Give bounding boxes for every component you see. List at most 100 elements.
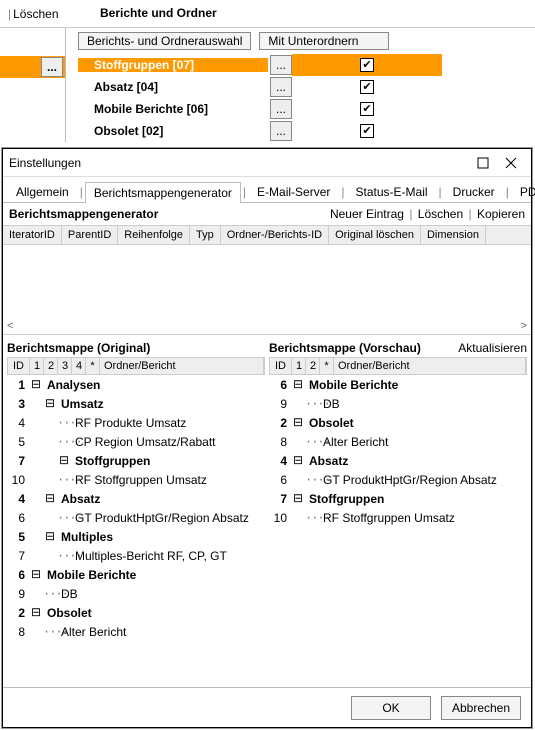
toolbar-link-l-schen[interactable]: Löschen [418, 207, 463, 221]
tree-row[interactable]: 5⊟Multiples [7, 527, 265, 546]
collapse-icon[interactable]: ⊟ [43, 491, 57, 506]
collapse-icon[interactable]: ⊟ [43, 529, 57, 544]
tree-header-id[interactable]: ID [270, 358, 292, 374]
tree-row[interactable]: 9····DB [7, 584, 265, 603]
folder-picker-button[interactable]: ... [270, 99, 292, 119]
collapse-icon[interactable]: ⊟ [29, 567, 43, 582]
folder-row[interactable]: Mobile Berichte [06]... [78, 98, 529, 120]
tree-row[interactable]: 10····RF Stoffgruppen Umsatz [7, 470, 265, 489]
row-picker-button[interactable]: ... [41, 57, 63, 77]
tree-header-level[interactable]: 2 [44, 358, 58, 374]
scroll-right-hint[interactable]: > [521, 320, 527, 332]
folder-row[interactable]: Obsolet [02]... [78, 120, 529, 142]
tab-allgemein[interactable]: Allgemein [7, 181, 78, 202]
cancel-button[interactable]: Abbrechen [441, 696, 521, 720]
grid-column-header[interactable]: Dimension [421, 226, 486, 244]
ok-button[interactable]: OK [351, 696, 431, 720]
tree-row[interactable]: 6⊟Mobile Berichte [7, 565, 265, 584]
tree-row[interactable]: 2⊟Obsolet [7, 603, 265, 622]
tree-row-label: RF Stoffgruppen Umsatz [319, 511, 455, 525]
tree-row[interactable]: 8····Alter Bericht [269, 432, 527, 451]
tree-row[interactable]: 4⊟Absatz [269, 451, 527, 470]
tree-row-label: Multiples-Bericht RF, CP, GT [71, 549, 227, 563]
left-tree[interactable]: 1⊟Analysen3⊟Umsatz4····RF Produkte Umsat… [7, 375, 265, 665]
tree-header-level[interactable]: * [320, 358, 334, 374]
collapse-icon[interactable]: ⊟ [291, 491, 305, 506]
grid-column-header[interactable]: Typ [190, 226, 221, 244]
tree-row-label: DB [57, 587, 78, 601]
separator: | [506, 185, 509, 199]
close-button[interactable] [497, 151, 525, 175]
tree-row[interactable]: 5····CP Region Umsatz/Rabatt [7, 432, 265, 451]
tree-row-label: GT ProduktHptGr/Region Absatz [71, 511, 249, 525]
folder-name: Obsolet [02] [78, 124, 268, 138]
tree-header-level[interactable]: * [86, 358, 100, 374]
tree-row[interactable]: 3⊟Umsatz [7, 394, 265, 413]
grid-column-header[interactable]: Original löschen [329, 226, 421, 244]
tree-row[interactable]: 2⊟Obsolet [269, 413, 527, 432]
folder-picker-button[interactable]: ... [270, 121, 292, 141]
tab-e-mail-server[interactable]: E-Mail-Server [248, 181, 339, 202]
tab-status-e-mail[interactable]: Status-E-Mail [347, 181, 437, 202]
tab-pdf[interactable]: PDF [511, 181, 535, 202]
dialog-title: Einstellungen [9, 156, 469, 170]
collapse-icon[interactable]: ⊟ [43, 396, 57, 411]
tree-row-id: 2 [269, 416, 291, 430]
tree-row-id: 7 [7, 454, 29, 468]
tree-row[interactable]: 10····RF Stoffgruppen Umsatz [269, 508, 527, 527]
tree-row[interactable]: 9····DB [269, 394, 527, 413]
collapse-icon[interactable]: ⊟ [29, 605, 43, 620]
grid-column-header[interactable]: IteratorID [3, 226, 62, 244]
collapse-icon[interactable]: ⊟ [57, 453, 71, 468]
tree-row[interactable]: 6····GT ProduktHptGr/Region Absatz [7, 508, 265, 527]
subfolders-checkbox[interactable] [360, 80, 374, 94]
collapse-icon[interactable]: ⊟ [29, 377, 43, 392]
grid-column-header[interactable]: Ordner-/Berichts-ID [221, 226, 329, 244]
subfolders-checkbox[interactable] [360, 124, 374, 138]
subfolders-checkbox[interactable] [360, 102, 374, 116]
grid-column-header[interactable]: ParentID [62, 226, 118, 244]
grid-column-header[interactable]: Reihenfolge [118, 226, 190, 244]
folder-picker-button[interactable]: ... [270, 77, 292, 97]
tree-row[interactable]: 6····GT ProduktHptGr/Region Absatz [269, 470, 527, 489]
tree-row[interactable]: 8····Alter Bericht [7, 622, 265, 641]
separator: | [8, 7, 11, 21]
grid-body[interactable]: < > [3, 245, 531, 335]
tree-row-label: Obsolet [43, 606, 92, 620]
toolbar-link-neuer-eintrag[interactable]: Neuer Eintrag [330, 207, 404, 221]
delete-link[interactable]: Löschen [13, 7, 58, 21]
tree-row-label: Absatz [57, 492, 100, 506]
refresh-link[interactable]: Aktualisieren [458, 341, 527, 355]
subfolders-checkbox[interactable] [360, 58, 374, 72]
collapse-icon[interactable]: ⊟ [291, 377, 305, 392]
maximize-button[interactable] [469, 151, 497, 175]
tree-header-path[interactable]: Ordner/Bericht [100, 358, 264, 374]
tree-row[interactable]: 1⊟Analysen [7, 375, 265, 394]
scroll-left-hint[interactable]: < [7, 320, 13, 332]
tree-row[interactable]: 4····RF Produkte Umsatz [7, 413, 265, 432]
tree-row[interactable]: 7⊟Stoffgruppen [269, 489, 527, 508]
tree-row[interactable]: 7 ⊟Stoffgruppen [7, 451, 265, 470]
folder-row[interactable]: Absatz [04]... [78, 76, 529, 98]
right-tree[interactable]: 6⊟Mobile Berichte9····DB2⊟Obsolet8····Al… [269, 375, 527, 665]
tree-header-path[interactable]: Ordner/Bericht [334, 358, 526, 374]
tree-header-level[interactable]: 1 [30, 358, 44, 374]
folder-row[interactable]: Stoffgruppen [07]... [78, 54, 529, 76]
tree-header-level[interactable]: 1 [292, 358, 306, 374]
collapse-icon[interactable]: ⊟ [291, 453, 305, 468]
tab-berichtsmappengenerator[interactable]: Berichtsmappengenerator [85, 182, 241, 203]
tree-row-label: Stoffgruppen [71, 454, 150, 468]
tree-header-level[interactable]: 4 [72, 358, 86, 374]
tree-row[interactable]: 4⊟Absatz [7, 489, 265, 508]
tree-row[interactable]: 6⊟Mobile Berichte [269, 375, 527, 394]
tab-drucker[interactable]: Drucker [444, 181, 504, 202]
tree-header-id[interactable]: ID [8, 358, 30, 374]
tree-leaf-icon: ···· [305, 511, 319, 525]
separator: | [243, 185, 246, 199]
tree-header-level[interactable]: 2 [306, 358, 320, 374]
tree-header-level[interactable]: 3 [58, 358, 72, 374]
toolbar-link-kopieren[interactable]: Kopieren [477, 207, 525, 221]
folder-picker-button[interactable]: ... [270, 55, 292, 75]
tree-row[interactable]: 7····Multiples-Bericht RF, CP, GT [7, 546, 265, 565]
collapse-icon[interactable]: ⊟ [291, 415, 305, 430]
